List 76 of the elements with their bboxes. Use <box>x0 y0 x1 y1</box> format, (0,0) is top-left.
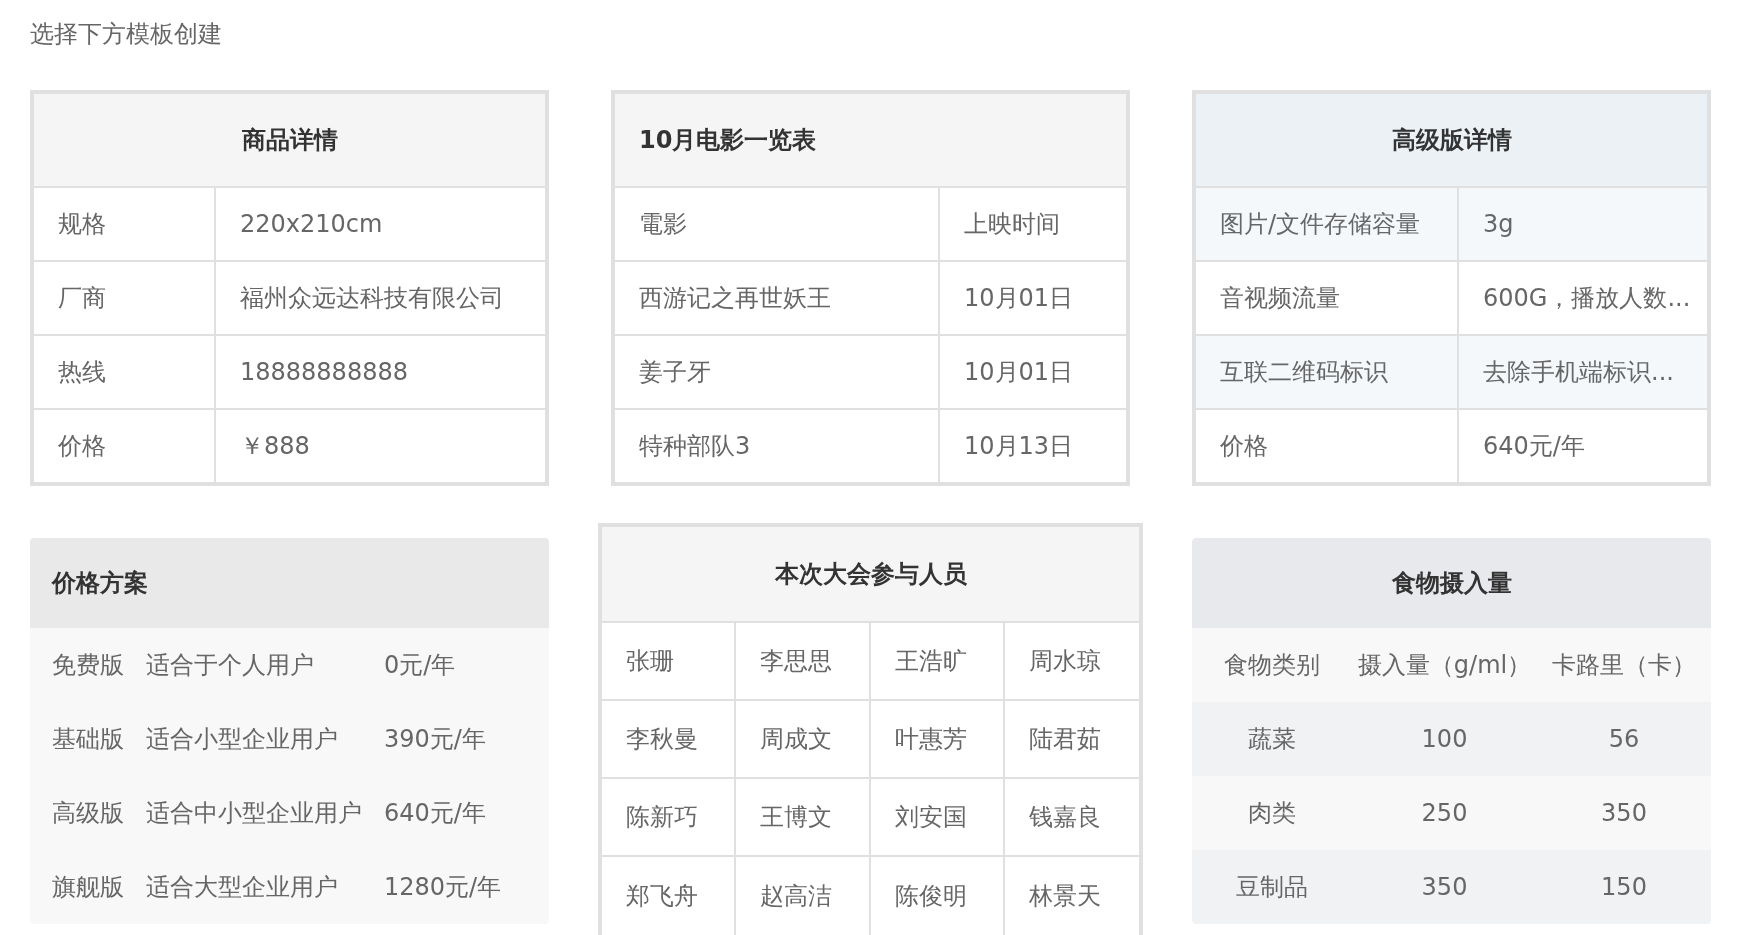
table-cell-text: 250 <box>1420 798 1469 829</box>
table-cell: 赵高洁 <box>736 857 871 935</box>
table-cell: 周成文 <box>736 701 871 777</box>
table-title: 高级版详情 <box>1196 94 1707 188</box>
table-cell-text: 350 <box>1420 872 1469 903</box>
table-cell-text: 钱嘉良 <box>1027 802 1102 833</box>
template-table[interactable]: 本次大会参与人员 张珊 李思思 王浩旷 周水琼 李秋曼 周成文 叶惠芳 陆君茹 陈新巧 王博文 刘安国 钱嘉良 郑飞舟 赵高洁 陈俊明 林景天 <box>600 525 1141 935</box>
table-cell-text: 600G，播放人数... <box>1482 283 1692 314</box>
table-cell-text: 周水琼 <box>1027 646 1102 677</box>
table-cell: 价格 <box>34 410 216 482</box>
table-cell-text: 10月01日 <box>963 357 1075 388</box>
table-cell: 電影 <box>615 188 940 260</box>
table-cell: 姜子牙 <box>615 336 940 408</box>
template-table[interactable]: 10月电影一览表 電影 上映时间 西游记之再世妖王 10月01日 姜子牙 10月01日 特种部队3 10月13日 <box>613 92 1128 484</box>
table-cell-text: 150 <box>1600 872 1648 903</box>
table-cell-text: 基础版 <box>51 724 124 755</box>
table-cell-text: 640元/年 <box>383 798 487 829</box>
table-title: 10月电影一览表 <box>615 94 1126 188</box>
table-cell-text: 豆制品 <box>1235 872 1309 903</box>
table-cell-text: 18888888888 <box>239 357 409 388</box>
table-cell-text: 卡路里（卡） <box>1551 650 1697 681</box>
table-cell: 热线 <box>34 336 216 408</box>
table-cell-text: 高级版 <box>51 798 124 829</box>
table-title: 本次大会参与人员 <box>602 527 1139 623</box>
table-cell-text: 适合大型企业用户 <box>145 872 339 903</box>
table-cell-text: 肉类 <box>1247 798 1297 829</box>
table-cell: 特种部队3 <box>615 410 940 482</box>
table-cell-text: 56 <box>1607 724 1641 755</box>
table-cell: 刘安国 <box>870 779 1005 855</box>
table-cell: 李思思 <box>736 623 871 699</box>
table-cell-text: 适合于个人用户 <box>145 650 315 681</box>
table-cell-text: 640元/年 <box>1482 431 1586 462</box>
table-cell: 李秋曼 <box>602 701 737 777</box>
table-cell-text: 陆君茹 <box>1027 724 1102 755</box>
table-cell: 规格 <box>34 188 216 260</box>
table-title: 商品详情 <box>34 94 545 188</box>
table-cell-text: 10月13日 <box>963 431 1075 462</box>
table-cell-text: 食物类别 <box>1223 650 1321 681</box>
table-cell-text: 220x210cm <box>239 209 384 240</box>
table-cell: 叶惠芳 <box>870 701 1005 777</box>
table-cell-text: 免费版 <box>51 650 124 681</box>
table-cell-text: 3g <box>1482 209 1515 240</box>
table-cell-text: 10月01日 <box>963 283 1075 314</box>
table-cell-text: 福州众远达科技有限公司 <box>239 283 505 314</box>
page-heading: 选择下方模板创建 <box>30 19 223 50</box>
table-cell-text: 适合中小型企业用户 <box>145 798 362 829</box>
table-cell: 音视频流量 <box>1196 262 1459 334</box>
table-cell-text: 林景天 <box>1027 881 1102 912</box>
table-cell-text: 旗舰版 <box>51 872 124 903</box>
table-cell: 价格 <box>1196 410 1459 482</box>
template-table[interactable]: 商品详情 规格 220x210cm 厂商 福州众远达科技有限公司 热线 18888888888 价格 ￥888 <box>32 92 547 484</box>
table-cell: 王博文 <box>736 779 871 855</box>
table-cell-text: 1280元/年 <box>383 872 503 903</box>
table-cell-text: 适合小型企业用户 <box>145 724 339 755</box>
table-cell-text: 350 <box>1600 798 1648 829</box>
table-cell: 厂商 <box>34 262 216 334</box>
table-cell-text: 0元/年 <box>383 650 457 681</box>
table-cell-text: 上映时间 <box>963 209 1061 240</box>
table-cell: 郑飞舟 <box>602 857 737 935</box>
table-cell-text: 390元/年 <box>383 724 487 755</box>
table-title: 食物摄入量 <box>1192 538 1711 628</box>
table-cell: 图片/文件存储容量 <box>1196 188 1459 260</box>
table-cell-text: 蔬菜 <box>1247 724 1297 755</box>
table-cell-text: 去除手机端标识... <box>1482 357 1675 388</box>
table-cell-text: 摄入量（g/ml） <box>1356 650 1533 681</box>
table-cell: 陈新巧 <box>602 779 737 855</box>
template-table[interactable]: 高级版详情 图片/文件存储容量 3g 音视频流量 600G，播放人数... 互联二维码标识 去除手机端标识... 价格 640元/年 <box>1194 92 1709 484</box>
table-cell: 西游记之再世妖王 <box>615 262 940 334</box>
table-title: 价格方案 <box>30 538 549 628</box>
table-cell: 陈俊明 <box>870 857 1005 935</box>
table-cell: 王浩旷 <box>870 623 1005 699</box>
table-cell-text: ￥888 <box>239 431 311 462</box>
table-cell: 张珊 <box>602 623 737 699</box>
template-table[interactable]: 食物摄入量 食物类别 摄入量（g/ml） 卡路里（卡） 蔬菜 100 56 肉类 250 350 豆制品 350 150 <box>1192 538 1711 924</box>
table-cell: 互联二维码标识 <box>1196 336 1459 408</box>
table-cell-text: 100 <box>1420 724 1469 755</box>
